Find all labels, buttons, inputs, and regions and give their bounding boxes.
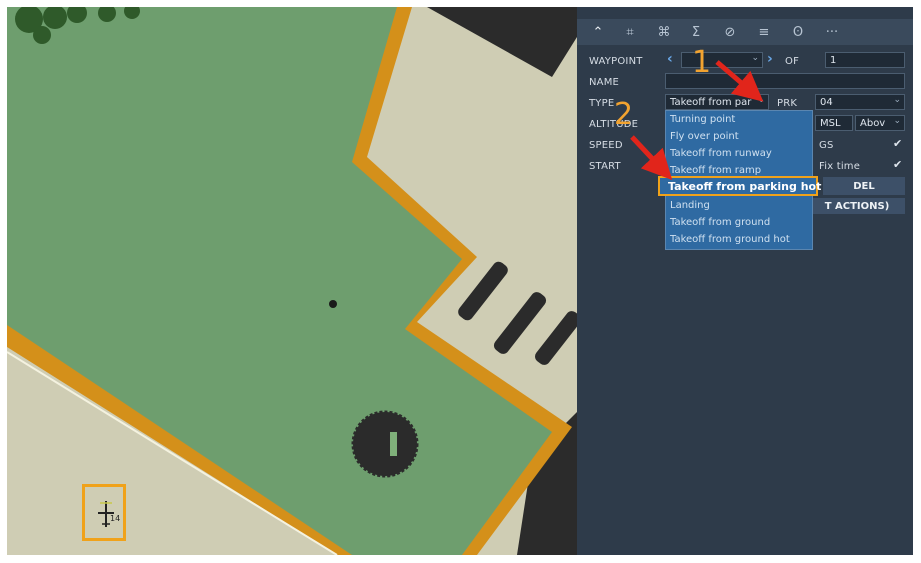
round-structure xyxy=(351,410,419,478)
dropdown-option[interactable]: Takeoff from runway xyxy=(670,148,772,159)
next-waypoint-icon[interactable]: › xyxy=(767,51,773,67)
chevron-down-icon: ⌄ xyxy=(893,116,901,126)
screenshot-frame: 14 ⌃ ⌗ ⌘ Σ ⊘ ≡ ʘ ··· WAYPOINT ‹ ⌄ › OF 1… xyxy=(7,7,913,555)
forbid-icon[interactable]: ⊘ xyxy=(715,19,745,45)
target-icon[interactable]: ⌗ xyxy=(615,19,645,45)
list-icon[interactable]: ≡ xyxy=(749,19,779,45)
panel-tabbar: ⌃ ⌗ ⌘ Σ ⊘ ≡ ʘ ··· xyxy=(577,19,913,45)
waypoint-dot xyxy=(329,300,337,308)
dropdown-option[interactable]: Takeoff from ramp xyxy=(670,165,761,176)
dropdown-option[interactable]: Takeoff from ground hot xyxy=(670,234,790,245)
of-label: OF xyxy=(785,56,800,67)
name-label: NAME xyxy=(589,77,620,88)
prk-label: PRK xyxy=(777,98,798,109)
parking-select[interactable]: 04 ⌄ xyxy=(815,94,905,110)
dropdown-option[interactable]: Takeoff from ground xyxy=(670,217,770,228)
gs-checkbox[interactable]: ✔ xyxy=(893,137,902,150)
fix-time-label: Fix time xyxy=(819,161,861,172)
chevron-down-icon: ⌄ xyxy=(757,95,765,105)
actions-button[interactable]: T ACTIONS) xyxy=(809,198,905,214)
altitude-ref[interactable]: MSL xyxy=(815,115,853,131)
altitude-mode-value: Abov xyxy=(860,117,886,129)
step-2-label: 2 xyxy=(614,97,634,132)
fix-time-checkbox[interactable]: ✔ xyxy=(893,158,902,171)
selected-option-takeoff-parking-hot[interactable]: Takeoff from parking hot xyxy=(658,176,821,196)
gs-label: GS xyxy=(819,140,834,151)
type-label: TYPE xyxy=(589,98,615,109)
speed-label: SPEED xyxy=(589,140,623,151)
type-select[interactable]: Takeoff from par ⌄ xyxy=(665,94,769,110)
mission-editor-panel: ⌃ ⌗ ⌘ Σ ⊘ ≡ ʘ ··· WAYPOINT ‹ ⌄ › OF 1 NA… xyxy=(577,7,913,555)
dropdown-option[interactable]: Turning point xyxy=(670,114,735,125)
type-value: Takeoff from par xyxy=(670,96,752,108)
start-label: START xyxy=(589,161,621,172)
dropdown-option[interactable]: Fly over point xyxy=(670,131,739,142)
dropdown-option[interactable]: Landing xyxy=(670,200,710,211)
chevron-down-icon: ⌄ xyxy=(751,53,759,63)
step-1-label: 1 xyxy=(692,45,712,80)
more-icon[interactable]: ··· xyxy=(817,19,847,45)
altitude-mode-select[interactable]: Abov ⌄ xyxy=(855,115,905,131)
radio-icon[interactable]: ʘ xyxy=(783,19,813,45)
map-view[interactable]: 14 xyxy=(7,7,577,555)
aircraft-highlight-box xyxy=(82,484,126,541)
parking-value: 04 xyxy=(820,96,833,108)
del-button[interactable]: DEL xyxy=(823,177,905,195)
route-icon[interactable]: ⌃ xyxy=(583,19,613,45)
waypoint-label: WAYPOINT xyxy=(589,56,643,67)
sum-icon[interactable]: Σ xyxy=(681,19,711,45)
waypoint-count-field: 1 xyxy=(825,52,905,68)
prev-waypoint-icon[interactable]: ‹ xyxy=(667,51,673,67)
command-icon[interactable]: ⌘ xyxy=(649,19,679,45)
chevron-down-icon: ⌄ xyxy=(893,95,901,105)
